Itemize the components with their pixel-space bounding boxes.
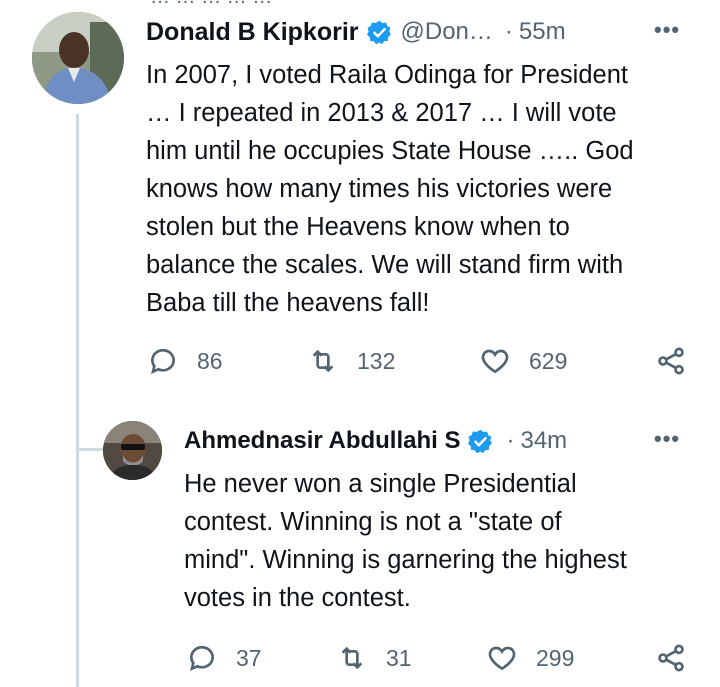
author-handle[interactable]: @Don…: [401, 18, 493, 46]
avatar-donald[interactable]: [32, 12, 124, 104]
verified-badge-icon: [468, 429, 493, 453]
retweet-button[interactable]: 132: [307, 345, 395, 377]
like-count: 629: [529, 347, 568, 374]
thread-branch: [79, 448, 103, 451]
tweet-line: knows how many times his victories were: [146, 175, 613, 203]
reply-icon: [150, 348, 175, 374]
share-icon: [658, 347, 684, 375]
tweet-line: Baba till the heavens fall!: [146, 289, 430, 317]
tweet-time[interactable]: 55m: [519, 18, 566, 46]
reply-count: 37: [236, 644, 262, 671]
like-button[interactable]: 629: [479, 345, 567, 377]
tweet-line: stolen but the Heavens know when to: [146, 213, 570, 241]
share-button[interactable]: [655, 345, 687, 377]
reply-time[interactable]: 34m: [520, 427, 567, 455]
previous-tweet-fragment: … … … … …: [0, 0, 720, 8]
tweet-line: him until he occupies State House ….. Go…: [146, 137, 634, 165]
tweet-line: balance the scales. We will stand firm w…: [146, 251, 624, 279]
reply-icon: [189, 645, 214, 671]
thread-line: [76, 114, 79, 687]
reply-line: He never won a single Presidential: [184, 470, 577, 498]
tweet-header: Donald B Kipkorir @Don… · 55m: [146, 14, 566, 50]
reply-button[interactable]: 37: [186, 642, 262, 674]
reply-author-name[interactable]: Ahmednasir Abdullahi S: [184, 427, 460, 455]
tweet-line: In 2007, I voted Raila Odinga for Presid…: [146, 61, 628, 89]
reply-button[interactable]: 86: [147, 345, 223, 377]
more-icon[interactable]: •••: [654, 426, 680, 452]
like-count: 299: [536, 644, 575, 671]
reply-header: Ahmednasir Abdullahi S · 34m: [184, 423, 567, 459]
reply-text: He never won a single Presidential conte…: [184, 465, 704, 617]
like-icon: [481, 349, 509, 374]
retweet-icon: [341, 646, 363, 670]
share-icon: [658, 644, 684, 672]
reply-line: votes in the contest.: [184, 584, 411, 612]
retweet-count: 132: [357, 347, 396, 374]
share-button[interactable]: [655, 642, 687, 674]
retweet-button[interactable]: 31: [336, 642, 412, 674]
reply-count: 86: [197, 347, 223, 374]
retweet-icon: [312, 349, 334, 373]
avatar-ahmednasir[interactable]: [103, 421, 162, 480]
verified-badge-icon: [366, 20, 391, 44]
more-icon[interactable]: •••: [654, 17, 680, 43]
like-icon: [488, 646, 516, 671]
tweet-line: … I repeated in 2013 & 2017 … I will vot…: [146, 99, 617, 127]
like-button[interactable]: 299: [486, 642, 574, 674]
tweet-text: In 2007, I voted Raila Odinga for Presid…: [146, 56, 706, 322]
separator-dot: ·: [504, 18, 513, 45]
separator-dot: ·: [506, 427, 515, 454]
reply-line: mind". Winning is garnering the highest: [184, 546, 627, 574]
reply-line: contest. Winning is not a "state of: [184, 508, 562, 536]
retweet-count: 31: [386, 644, 412, 671]
author-name[interactable]: Donald B Kipkorir: [146, 18, 359, 47]
